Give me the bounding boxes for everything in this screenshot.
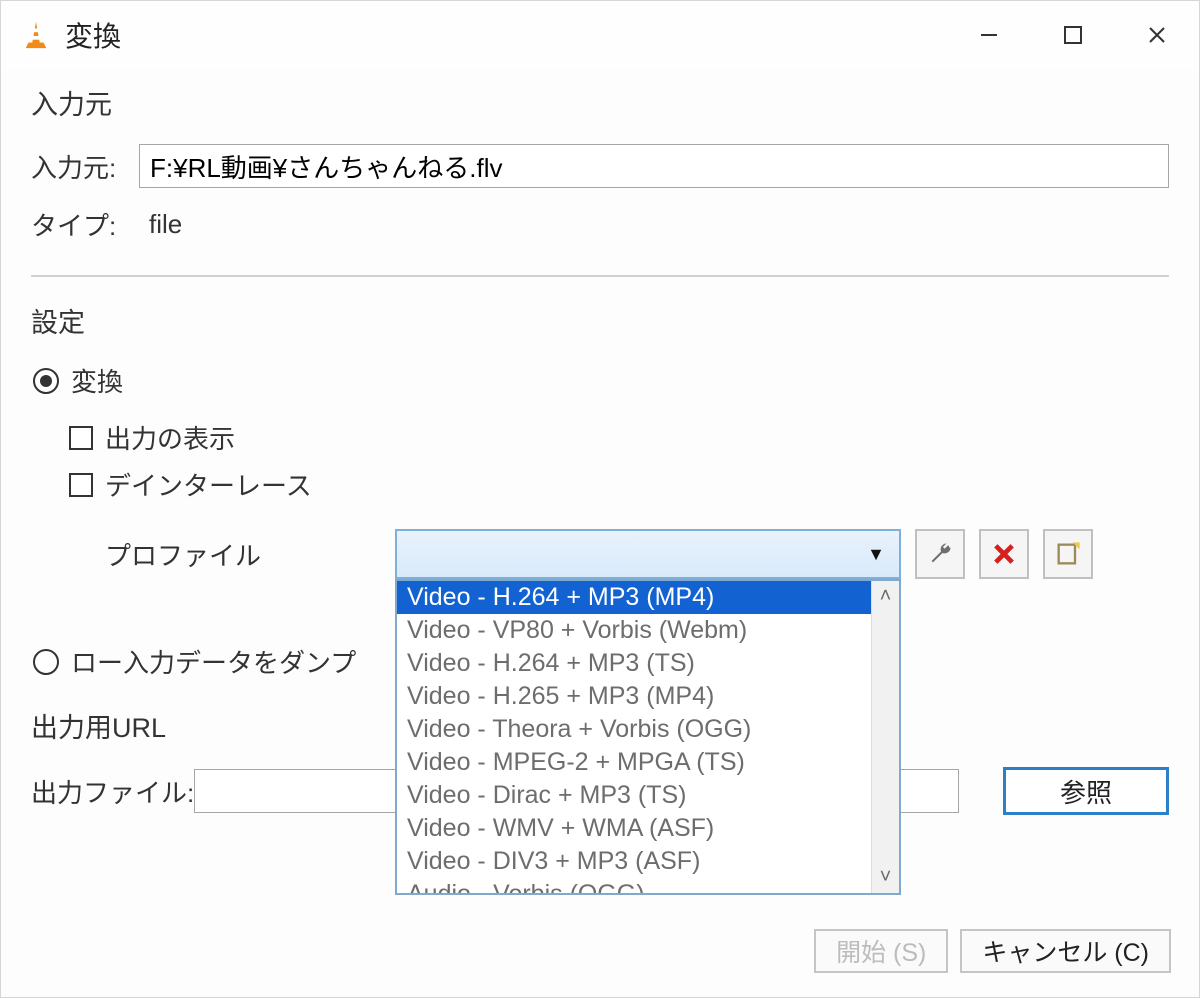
edit-profile-button[interactable]	[915, 529, 965, 579]
start-button-label: 開始 (S)	[836, 933, 926, 969]
window-title: 変換	[65, 15, 121, 55]
new-profile-icon	[1054, 540, 1082, 568]
profile-label: プロファイル	[105, 536, 395, 573]
checkbox-icon	[69, 473, 93, 497]
scroll-up-icon: ˄	[880, 585, 892, 608]
profile-option[interactable]: Audio - Vorbis (OGG)	[397, 878, 871, 893]
vlc-icon	[21, 20, 51, 50]
source-input[interactable]	[139, 144, 1169, 188]
profile-option[interactable]: Video - H.265 + MP3 (MP4)	[397, 680, 871, 713]
show-output-label: 出力の表示	[105, 419, 235, 456]
profile-combo-wrap: ▼ Video - H.264 + MP3 (MP4) Video - VP80…	[395, 529, 901, 579]
cancel-button[interactable]: キャンセル (C)	[960, 929, 1171, 973]
profile-option[interactable]: Video - VP80 + Vorbis (Webm)	[397, 614, 871, 647]
browse-button[interactable]: 参照	[1003, 767, 1169, 815]
settings-group-label: 設定	[31, 301, 1169, 340]
new-profile-button[interactable]	[1043, 529, 1093, 579]
source-group-label: 入力元	[31, 83, 1169, 122]
convert-options: 出力の表示 デインターレース プロファイル ▼ Video - H.264	[31, 419, 1169, 579]
wrench-icon	[926, 540, 954, 568]
show-output-checkbox[interactable]: 出力の表示	[69, 419, 1169, 456]
maximize-icon	[1062, 24, 1084, 46]
dialog-content: 入力元 入力元: タイプ: file 設定 変換 出力の表示	[1, 69, 1199, 829]
radio-icon	[33, 649, 59, 675]
convert-dialog: 変換 入力元 入力元: タイプ: file 設定	[0, 0, 1200, 998]
type-value: file	[139, 209, 182, 240]
cancel-button-label: キャンセル (C)	[982, 933, 1149, 969]
start-button[interactable]: 開始 (S)	[814, 929, 948, 973]
profile-dropdown[interactable]: ▼	[395, 529, 901, 579]
profile-option[interactable]: Video - WMV + WMA (ASF)	[397, 812, 871, 845]
convert-radio-label: 変換	[71, 362, 123, 399]
scroll-down-icon: ˅	[880, 866, 892, 889]
dropdown-scrollbar[interactable]: ˄ ˅	[871, 581, 899, 893]
delete-profile-button[interactable]	[979, 529, 1029, 579]
profile-dropdown-list: Video - H.264 + MP3 (MP4) Video - VP80 +…	[395, 579, 901, 895]
delete-icon	[990, 540, 1018, 568]
deinterlace-label: デインターレース	[105, 466, 312, 503]
settings-group: 設定 変換 出力の表示 デインターレース プロファイル	[31, 301, 1169, 680]
type-label: タイプ:	[31, 206, 139, 243]
profile-option[interactable]: Video - MPEG-2 + MPGA (TS)	[397, 746, 871, 779]
type-row: タイプ: file	[31, 206, 1169, 243]
window-controls	[947, 1, 1199, 69]
minimize-icon	[977, 23, 1001, 47]
profile-option[interactable]: Video - Theora + Vorbis (OGG)	[397, 713, 871, 746]
profile-option[interactable]: Video - H.264 + MP3 (TS)	[397, 647, 871, 680]
close-button[interactable]	[1115, 1, 1199, 69]
titlebar[interactable]: 変換	[1, 1, 1199, 69]
dump-radio-label: ロー入力データをダンプ	[71, 643, 356, 680]
output-file-label: 出力ファイル:	[31, 773, 194, 810]
convert-radio[interactable]: 変換	[31, 362, 1169, 399]
checkbox-icon	[69, 426, 93, 450]
source-row: 入力元:	[31, 144, 1169, 188]
close-icon	[1146, 24, 1168, 46]
profile-option[interactable]: Video - Dirac + MP3 (TS)	[397, 779, 871, 812]
source-group: 入力元 入力元: タイプ: file	[31, 83, 1169, 277]
deinterlace-checkbox[interactable]: デインターレース	[69, 466, 1169, 503]
maximize-button[interactable]	[1031, 1, 1115, 69]
minimize-button[interactable]	[947, 1, 1031, 69]
profile-option[interactable]: Video - DIV3 + MP3 (ASF)	[397, 845, 871, 878]
radio-icon	[33, 368, 59, 394]
source-field-label: 入力元:	[31, 148, 139, 185]
chevron-down-icon: ▼	[867, 544, 885, 565]
profile-option[interactable]: Video - H.264 + MP3 (MP4)	[397, 581, 871, 614]
browse-button-label: 参照	[1060, 773, 1112, 810]
dialog-footer: 開始 (S) キャンセル (C)	[1, 913, 1199, 997]
profile-row: プロファイル ▼ Video - H.264 + MP3 (MP4) Video…	[69, 529, 1169, 579]
